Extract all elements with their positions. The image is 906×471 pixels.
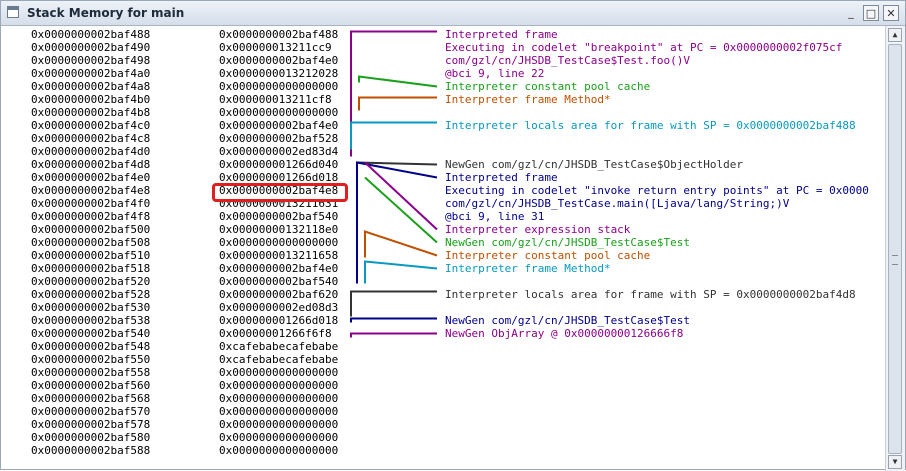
cp-cache-line bbox=[358, 75, 438, 88]
title-bar[interactable]: Stack Memory for main _ □ ✕ bbox=[1, 1, 905, 26]
test-line bbox=[350, 317, 437, 323]
objarray-line bbox=[350, 332, 437, 338]
expression-stack-line bbox=[364, 161, 438, 231]
locals-line bbox=[350, 290, 437, 317]
window-icon bbox=[7, 6, 19, 18]
annotation-label: NewGen com/gzl/cn/JHSDB_TestCase$ObjectH… bbox=[445, 158, 744, 171]
method-line bbox=[364, 260, 438, 284]
test-line bbox=[364, 176, 438, 244]
annotation-label: Executing in codelet "invoke return entr… bbox=[445, 184, 869, 197]
annotation-label: Interpreter frame Method* bbox=[445, 93, 611, 106]
scroll-up-arrow[interactable]: ▲ bbox=[888, 28, 902, 42]
annotation-label: Interpreter expression stack bbox=[445, 223, 631, 236]
cp-cache-line bbox=[364, 230, 438, 258]
annotation-label: @bci 9, line 22 bbox=[445, 67, 545, 80]
frame-bracket-lines bbox=[350, 30, 438, 338]
frame-bracket-line bbox=[350, 30, 437, 157]
close-button[interactable]: ✕ bbox=[883, 5, 899, 21]
annotation-label: Interpreter constant pool cache bbox=[445, 249, 651, 262]
annotation-label: NewGen com/gzl/cn/JHSDB_TestCase$Test bbox=[445, 236, 691, 249]
annotation-label: Interpreter constant pool cache bbox=[445, 80, 651, 93]
scroll-down-arrow[interactable]: ▼ bbox=[888, 455, 902, 469]
annotation-label: com/gzl/cn/JHSDB_TestCase.main([Ljava/la… bbox=[445, 197, 790, 210]
annotation-label: NewGen com/gzl/cn/JHSDB_TestCase$Test bbox=[445, 314, 691, 327]
stack-memory-window: Stack Memory for main _ □ ✕ 0x0000000002… bbox=[0, 0, 906, 471]
highlight-box bbox=[212, 183, 348, 202]
annotation-label: Interpreted frame bbox=[445, 28, 558, 41]
annotation-label: com/gzl/cn/JHSDB_TestCase$Test.foo()V bbox=[445, 54, 691, 67]
scroll-grip-icon bbox=[892, 255, 898, 265]
annotation-label: @bci 9, line 31 bbox=[445, 210, 545, 223]
method-line bbox=[358, 96, 437, 111]
annotation-label: Interpreter locals area for frame with S… bbox=[445, 119, 856, 132]
stack-memory-content[interactable]: 0x0000000002baf488 0x0000000002baf488 0x00… bbox=[1, 26, 887, 471]
locals-line bbox=[350, 121, 437, 150]
window-title: Stack Memory for main bbox=[27, 6, 185, 20]
iconify-button[interactable]: _ bbox=[843, 5, 859, 21]
annotation-label: NewGen ObjArray @ 0x00000000126666f8 bbox=[445, 327, 684, 340]
vertical-scrollbar[interactable]: ▲ ▼ bbox=[885, 26, 905, 471]
annotation-label: Executing in codelet "breakpoint" at PC … bbox=[445, 41, 843, 54]
scroll-thumb[interactable] bbox=[888, 44, 902, 454]
annotation-label: Interpreted frame bbox=[445, 171, 558, 184]
annotation-label: Interpreter locals area for frame with S… bbox=[445, 288, 856, 301]
annotation-label: Interpreter frame Method* bbox=[445, 262, 611, 275]
maximize-button[interactable]: □ bbox=[863, 5, 879, 21]
